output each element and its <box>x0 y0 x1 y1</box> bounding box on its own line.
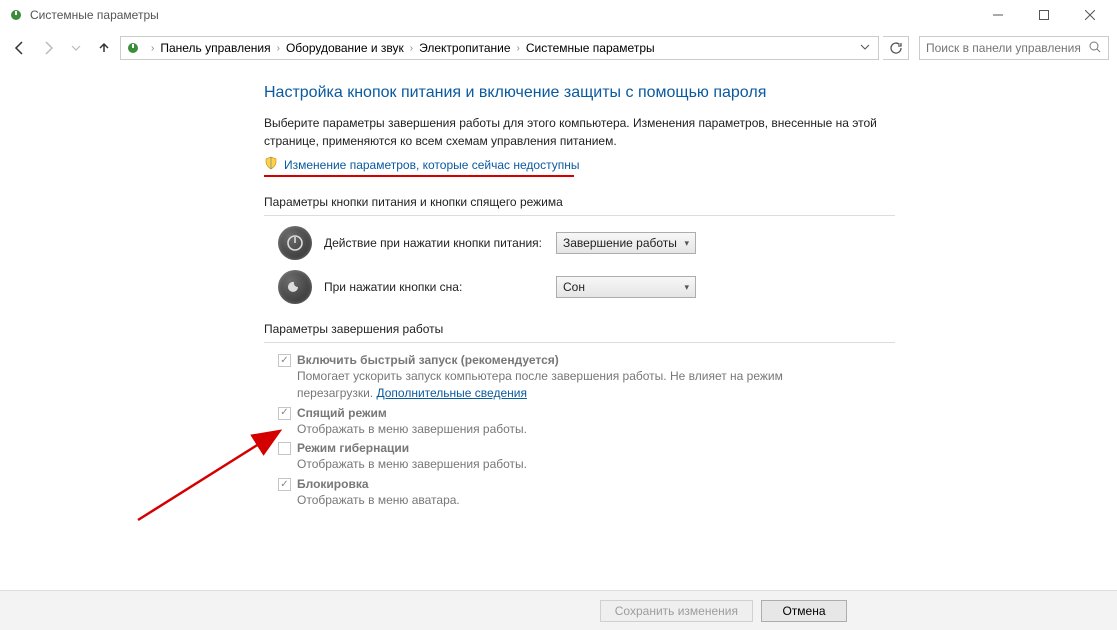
intro-text: Выберите параметры завершения работы для… <box>264 114 884 150</box>
fast-startup-desc: Помогает ускорить запуск компьютера посл… <box>297 368 837 402</box>
chevron-right-icon[interactable]: › <box>410 43 413 54</box>
sleep-mode-checkbox[interactable] <box>278 407 291 420</box>
recent-dropdown[interactable] <box>64 36 88 60</box>
fast-startup-checkbox[interactable] <box>278 354 291 367</box>
lock-title: Блокировка <box>297 477 460 491</box>
dropdown-value: Сон <box>563 280 585 294</box>
footer: Сохранить изменения Отмена <box>0 590 1117 630</box>
content-area: Настройка кнопок питания и включение защ… <box>0 66 895 509</box>
close-button[interactable] <box>1067 0 1113 30</box>
divider <box>264 342 895 343</box>
hibernate-checkbox[interactable] <box>278 442 291 455</box>
window-buttons <box>975 0 1113 30</box>
power-button-label: Действие при нажатии кнопки питания: <box>324 236 544 250</box>
fast-startup-more-link[interactable]: Дополнительные сведения <box>376 386 526 400</box>
hibernate-title: Режим гибернации <box>297 441 527 455</box>
page-title: Настройка кнопок питания и включение защ… <box>264 84 895 102</box>
breadcrumb-item[interactable]: Оборудование и звук <box>286 41 404 55</box>
power-button-row: Действие при нажатии кнопки питания: Зав… <box>278 226 895 260</box>
forward-button[interactable] <box>36 36 60 60</box>
lock-checkbox-row: Блокировка Отображать в меню аватара. <box>278 477 895 509</box>
minimize-button[interactable] <box>975 0 1021 30</box>
hibernate-desc: Отображать в меню завершения работы. <box>297 456 527 473</box>
divider <box>264 215 895 216</box>
lock-checkbox[interactable] <box>278 478 291 491</box>
up-button[interactable] <box>92 36 116 60</box>
admin-link-row: Изменение параметров, которые сейчас нед… <box>264 156 895 173</box>
chevron-right-icon[interactable]: › <box>277 43 280 54</box>
power-icon <box>278 226 312 260</box>
sleep-button-label: При нажатии кнопки сна: <box>324 280 544 294</box>
breadcrumb-item[interactable]: Электропитание <box>419 41 510 55</box>
section-header-shutdown: Параметры завершения работы <box>264 322 895 336</box>
sleep-mode-desc: Отображать в меню завершения работы. <box>297 421 527 438</box>
navbar: › Панель управления › Оборудование и зву… <box>0 30 1117 66</box>
dropdown-value: Завершение работы <box>563 236 677 250</box>
address-dropdown-icon[interactable] <box>860 41 870 55</box>
cancel-button[interactable]: Отмена <box>761 600 847 622</box>
shield-icon <box>264 156 278 173</box>
titlebar: Системные параметры <box>0 0 1117 30</box>
maximize-button[interactable] <box>1021 0 1067 30</box>
fast-startup-title: Включить быстрый запуск (рекомендуется) <box>297 353 837 367</box>
back-button[interactable] <box>8 36 32 60</box>
lock-desc: Отображать в меню аватара. <box>297 492 460 509</box>
power-button-action-dropdown[interactable]: Завершение работы ▾ <box>556 232 696 254</box>
hibernate-checkbox-row: Режим гибернации Отображать в меню завер… <box>278 441 895 473</box>
chevron-right-icon[interactable]: › <box>517 43 520 54</box>
power-options-icon <box>125 40 141 56</box>
fast-startup-checkbox-row: Включить быстрый запуск (рекомендуется) … <box>278 353 895 402</box>
chevron-down-icon: ▾ <box>684 282 689 293</box>
search-input[interactable] <box>926 41 1084 55</box>
annotation-underline <box>264 175 574 177</box>
save-button[interactable]: Сохранить изменения <box>600 600 753 622</box>
search-box[interactable] <box>919 36 1109 60</box>
sleep-button-action-dropdown[interactable]: Сон ▾ <box>556 276 696 298</box>
chevron-down-icon: ▾ <box>684 238 689 249</box>
power-options-icon <box>8 7 24 23</box>
refresh-button[interactable] <box>883 36 909 60</box>
section-header-buttons: Параметры кнопки питания и кнопки спящег… <box>264 195 895 209</box>
moon-icon <box>278 270 312 304</box>
change-unavailable-settings-link[interactable]: Изменение параметров, которые сейчас нед… <box>284 158 580 172</box>
chevron-right-icon[interactable]: › <box>151 43 154 54</box>
breadcrumb-item[interactable]: Системные параметры <box>526 41 655 55</box>
search-icon <box>1088 40 1102 57</box>
breadcrumb-item[interactable]: Панель управления <box>160 41 270 55</box>
window-title: Системные параметры <box>30 8 159 22</box>
sleep-mode-title: Спящий режим <box>297 406 527 420</box>
sleep-button-row: При нажатии кнопки сна: Сон ▾ <box>278 270 895 304</box>
sleep-mode-checkbox-row: Спящий режим Отображать в меню завершени… <box>278 406 895 438</box>
address-bar[interactable]: › Панель управления › Оборудование и зву… <box>120 36 879 60</box>
